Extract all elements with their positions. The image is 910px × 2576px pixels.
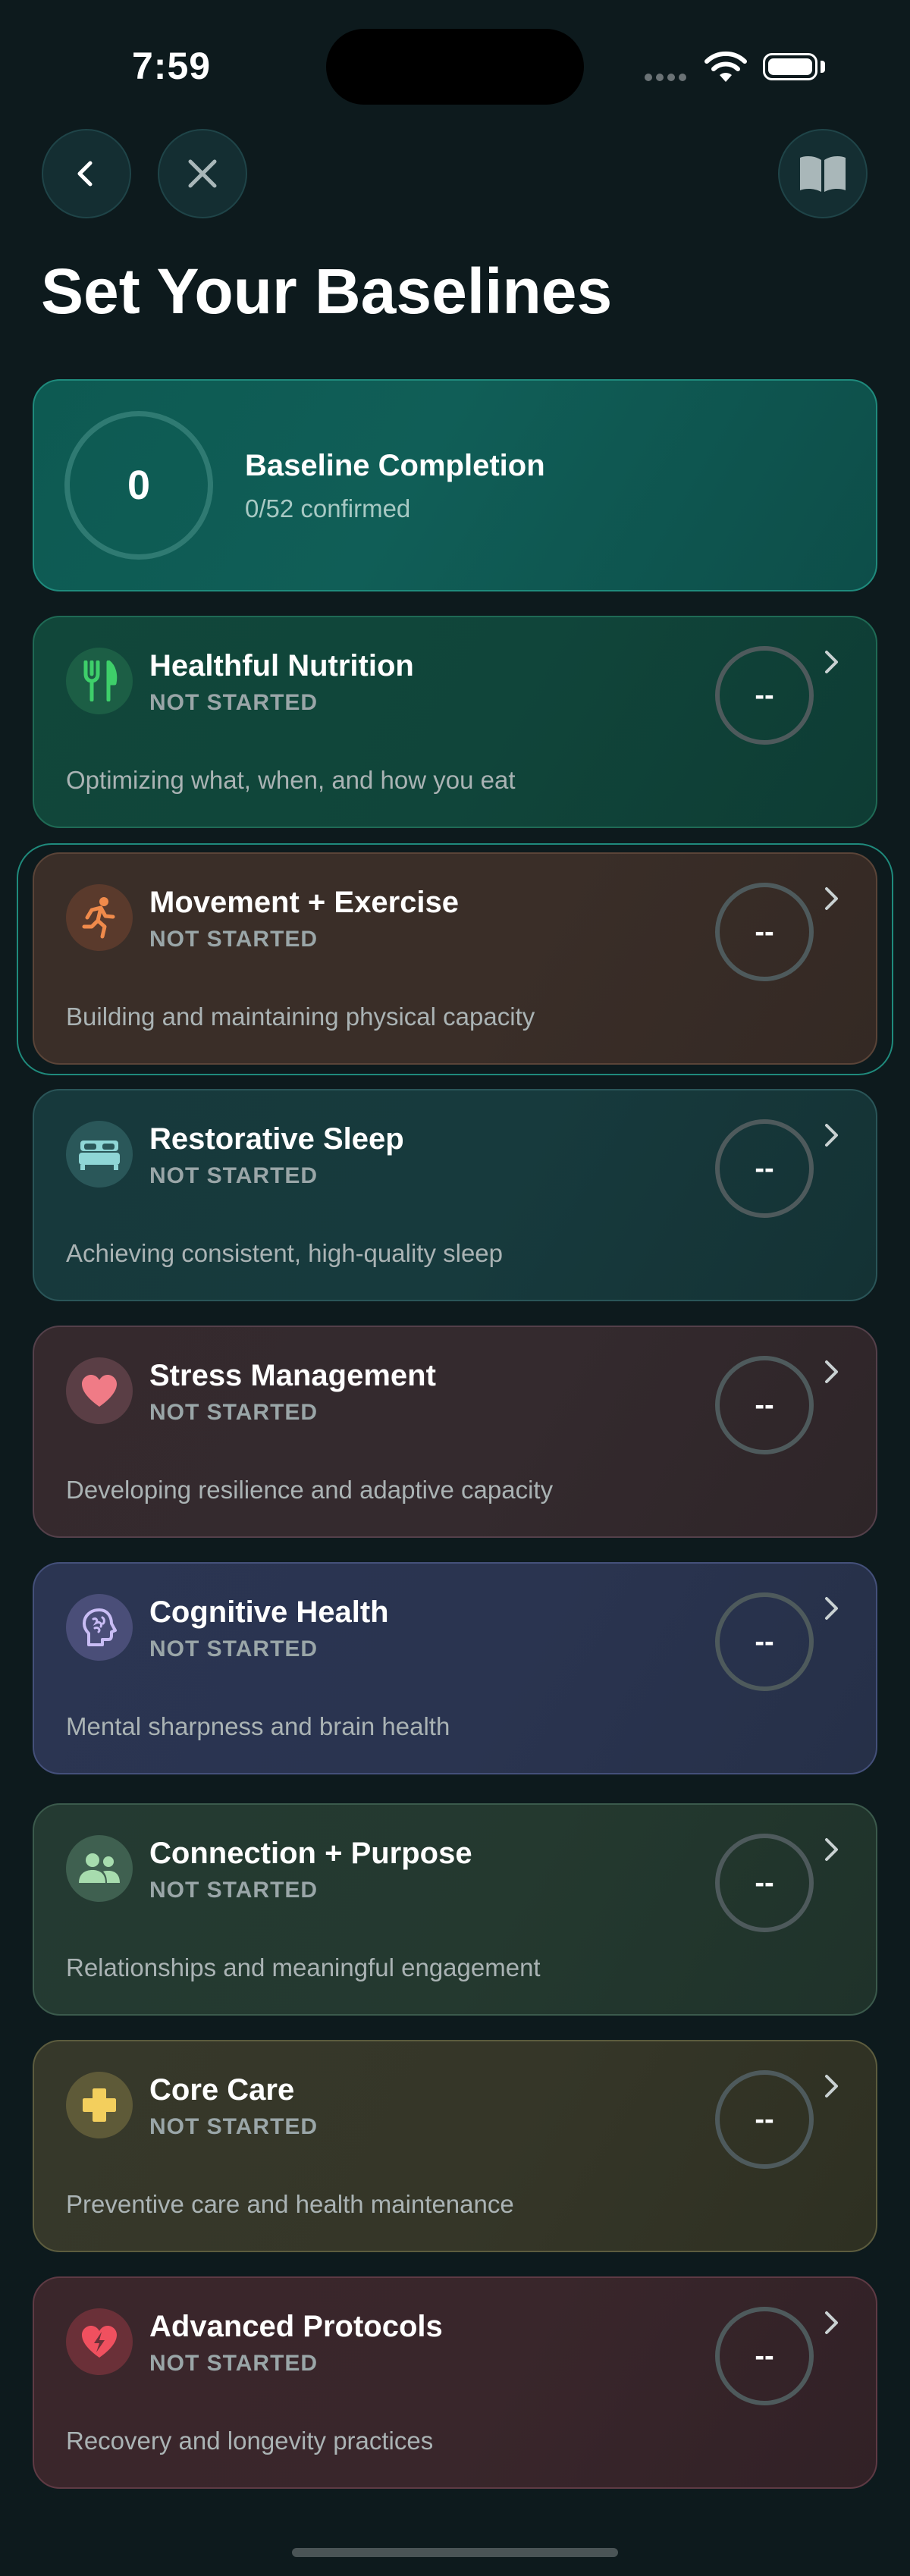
category-score-ring: -- bbox=[715, 646, 814, 745]
category-icon-badge bbox=[66, 1121, 133, 1188]
category-icon-badge bbox=[66, 1357, 133, 1424]
chevron-right-icon bbox=[825, 1360, 838, 1383]
chevron-right-icon bbox=[825, 651, 838, 673]
category-icon-badge bbox=[66, 884, 133, 951]
baseline-completion-card: 0 Baseline Completion 0/52 confirmed bbox=[33, 379, 877, 591]
category-score: -- bbox=[755, 1152, 774, 1184]
category-status: NOT STARTED bbox=[149, 2351, 318, 2376]
chevron-right-icon bbox=[825, 887, 838, 910]
heart-bolt-icon bbox=[82, 2326, 117, 2358]
category-name: Healthful Nutrition bbox=[149, 649, 414, 682]
category-score: -- bbox=[755, 915, 774, 948]
people-icon bbox=[79, 1853, 120, 1883]
completion-count: 0 bbox=[127, 463, 151, 508]
wifi-icon bbox=[704, 51, 747, 82]
category-card-stress[interactable]: Stress Management NOT STARTED Developing… bbox=[33, 1326, 877, 1538]
category-status: NOT STARTED bbox=[149, 690, 318, 715]
completion-title: Baseline Completion bbox=[245, 449, 545, 482]
category-score: -- bbox=[755, 1625, 774, 1658]
category-score: -- bbox=[755, 2339, 774, 2372]
category-score: -- bbox=[755, 1866, 774, 1899]
category-score-ring: -- bbox=[715, 2070, 814, 2169]
fork-knife-icon bbox=[83, 660, 118, 701]
category-card-core-care[interactable]: Core Care NOT STARTED Preventive care an… bbox=[33, 2040, 877, 2252]
category-score-ring: -- bbox=[715, 883, 814, 981]
category-icon-badge bbox=[66, 648, 133, 714]
category-name: Connection + Purpose bbox=[149, 1837, 472, 1870]
home-indicator[interactable] bbox=[292, 2548, 618, 2557]
category-status: NOT STARTED bbox=[149, 1636, 318, 1661]
category-score: -- bbox=[755, 679, 774, 711]
category-icon-badge bbox=[66, 2308, 133, 2375]
category-score-ring: -- bbox=[715, 1356, 814, 1454]
back-button[interactable] bbox=[42, 129, 131, 218]
category-description: Mental sharpness and brain health bbox=[66, 1712, 450, 1740]
chevron-right-icon bbox=[825, 1124, 838, 1147]
completion-progress-ring: 0 bbox=[64, 411, 213, 560]
heart-icon bbox=[82, 1375, 117, 1407]
category-description: Preventive care and health maintenance bbox=[66, 2190, 514, 2218]
category-description: Relationships and meaningful engagement bbox=[66, 1953, 541, 1981]
status-time: 7:59 bbox=[132, 45, 212, 87]
category-description: Achieving consistent, high-quality sleep bbox=[66, 1239, 504, 1267]
running-icon bbox=[82, 897, 115, 939]
category-score: -- bbox=[755, 1388, 774, 1421]
chevron-right-icon bbox=[825, 1597, 838, 1620]
category-name: Cognitive Health bbox=[149, 1595, 389, 1629]
category-icon-badge bbox=[66, 2072, 133, 2138]
category-name: Advanced Protocols bbox=[149, 2310, 443, 2343]
category-card-advanced[interactable]: Advanced Protocols NOT STARTED Recovery … bbox=[33, 2276, 877, 2489]
category-status: NOT STARTED bbox=[149, 1878, 318, 1903]
status-bar: 7:59 bbox=[0, 0, 910, 121]
chevron-right-icon bbox=[825, 1838, 838, 1861]
chevron-right-icon bbox=[825, 2075, 838, 2098]
category-card-connection[interactable]: Connection + Purpose NOT STARTED Relatio… bbox=[33, 1803, 877, 2016]
category-status: NOT STARTED bbox=[149, 1163, 318, 1188]
cellular-signal-icon bbox=[645, 71, 690, 85]
close-button[interactable] bbox=[158, 129, 247, 218]
category-card-movement[interactable]: Movement + Exercise NOT STARTED Building… bbox=[33, 852, 877, 1065]
chevron-right-icon bbox=[825, 2311, 838, 2334]
category-status: NOT STARTED bbox=[149, 1400, 318, 1425]
category-card-nutrition[interactable]: Healthful Nutrition NOT STARTED Optimizi… bbox=[33, 616, 877, 828]
category-card-cognitive[interactable]: Cognitive Health NOT STARTED Mental shar… bbox=[33, 1562, 877, 1774]
category-description: Recovery and longevity practices bbox=[66, 2427, 434, 2455]
close-icon bbox=[188, 159, 217, 188]
category-name: Core Care bbox=[149, 2073, 295, 2107]
category-description: Building and maintaining physical capaci… bbox=[66, 1002, 535, 1031]
category-name: Movement + Exercise bbox=[149, 886, 459, 919]
page-title: Set Your Baselines bbox=[41, 256, 613, 327]
category-score-ring: -- bbox=[715, 1592, 814, 1691]
battery-icon bbox=[763, 53, 817, 80]
medical-cross-icon bbox=[83, 2088, 116, 2122]
dynamic-island bbox=[326, 29, 584, 105]
chevron-left-icon bbox=[77, 161, 93, 187]
category-icon-badge bbox=[66, 1594, 133, 1661]
category-icon-badge bbox=[66, 1835, 133, 1902]
book-icon bbox=[800, 156, 846, 192]
category-description: Developing resilience and adaptive capac… bbox=[66, 1476, 554, 1504]
bed-icon bbox=[79, 1141, 120, 1170]
category-name: Stress Management bbox=[149, 1359, 436, 1392]
completion-subtitle: 0/52 confirmed bbox=[245, 494, 411, 522]
guide-button[interactable] bbox=[778, 129, 868, 218]
category-score-ring: -- bbox=[715, 1119, 814, 1218]
category-card-sleep[interactable]: Restorative Sleep NOT STARTED Achieving … bbox=[33, 1089, 877, 1301]
category-score-ring: -- bbox=[715, 1834, 814, 1932]
category-score: -- bbox=[755, 2103, 774, 2135]
category-status: NOT STARTED bbox=[149, 2114, 318, 2139]
category-description: Optimizing what, when, and how you eat bbox=[66, 766, 516, 794]
category-score-ring: -- bbox=[715, 2307, 814, 2405]
category-status: NOT STARTED bbox=[149, 927, 318, 952]
category-name: Restorative Sleep bbox=[149, 1122, 404, 1156]
brain-icon bbox=[83, 1608, 117, 1646]
